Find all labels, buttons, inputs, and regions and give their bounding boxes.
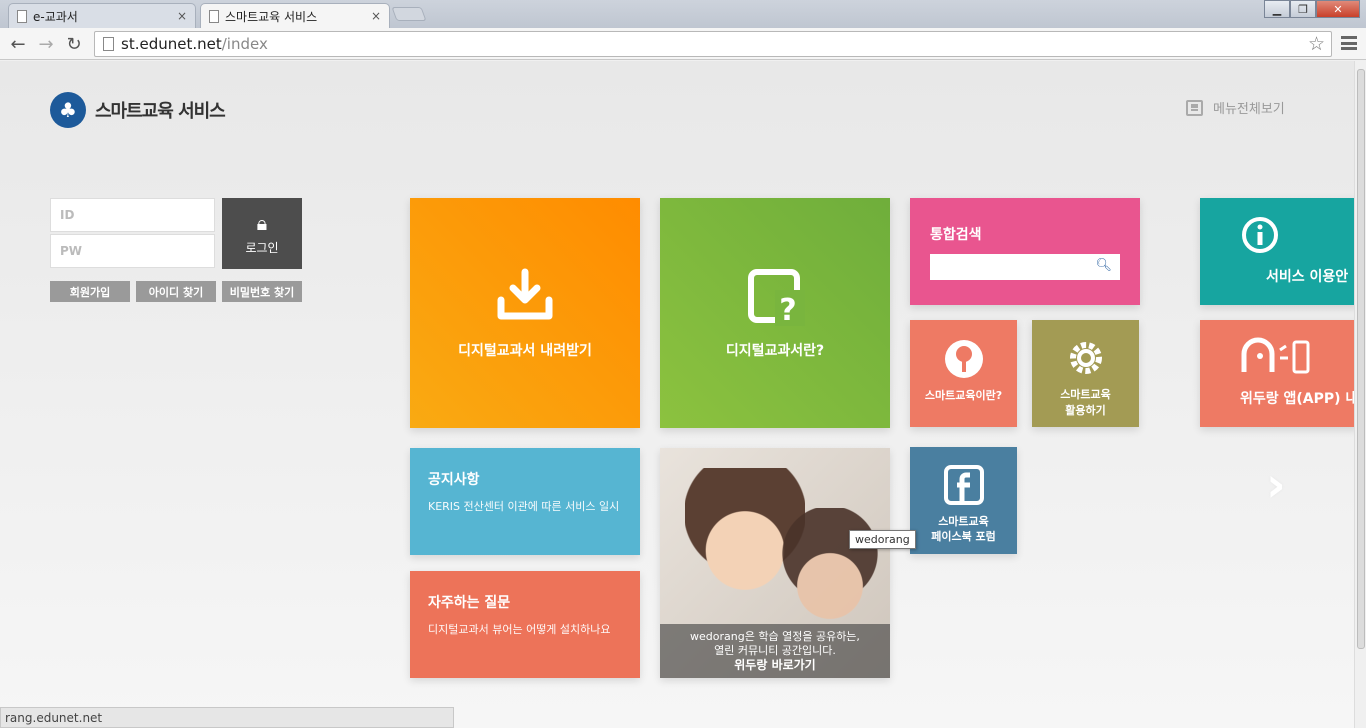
download-icon bbox=[410, 268, 640, 328]
tile-wedorang-app-label: 위두랑 앱(APP) 내 bbox=[1240, 391, 1354, 407]
menu-all-label: 메뉴전체보기 bbox=[1213, 102, 1285, 117]
tile-service-guide-label: 서비스 이용안 bbox=[1266, 269, 1349, 285]
window-controls: ▁ ❐ ✕ bbox=[1264, 0, 1360, 18]
browser-toolbar: ← → ↻ st.edunet.net/index ☆ bbox=[0, 28, 1366, 60]
photo-caption-line2: 열린 커뮤니티 공간입니다. bbox=[714, 644, 836, 657]
back-icon[interactable]: ← bbox=[6, 32, 30, 56]
login-label: 로그인 bbox=[245, 241, 279, 255]
page-icon bbox=[17, 10, 27, 23]
menu-all-button[interactable]: 메뉴전체보기 bbox=[1186, 98, 1285, 117]
gear-icon bbox=[1032, 338, 1139, 382]
tooltip: wedorang bbox=[849, 530, 916, 549]
id-field[interactable]: ID bbox=[50, 198, 215, 232]
close-icon[interactable]: × bbox=[177, 9, 187, 23]
close-window-button[interactable]: ✕ bbox=[1316, 0, 1360, 18]
tile-download-label: 디지털교과서 내려받기 bbox=[458, 343, 592, 359]
tab-label: 스마트교육 서비스 bbox=[225, 9, 318, 24]
browser-menu-icon[interactable] bbox=[1340, 34, 1358, 52]
tile-wedorang-app[interactable]: 위두랑 앱(APP) 내 bbox=[1200, 320, 1354, 427]
info-icon bbox=[1200, 216, 1340, 258]
photo-caption-line1: wedorang은 학습 열정을 공유하는, bbox=[690, 630, 860, 643]
restore-button[interactable]: ❐ bbox=[1290, 0, 1316, 18]
tile-download[interactable]: 디지털교과서 내려받기 bbox=[410, 198, 640, 428]
question-doc-icon: ? bbox=[660, 268, 890, 330]
photo-caption: wedorang은 학습 열정을 공유하는, 열린 커뮤니티 공간입니다. 위두… bbox=[660, 624, 890, 678]
scrollbar-thumb[interactable] bbox=[1357, 69, 1365, 649]
pw-placeholder: PW bbox=[60, 244, 83, 258]
bookmark-star-icon[interactable]: ☆ bbox=[1308, 33, 1325, 55]
svg-text:?: ? bbox=[779, 293, 796, 326]
pw-field[interactable]: PW bbox=[50, 234, 215, 268]
tile-what-is-label: 디지털교과서란? bbox=[725, 343, 825, 359]
close-icon[interactable]: × bbox=[371, 9, 381, 23]
join-button[interactable]: 회원가입 bbox=[50, 281, 130, 302]
notice-title: 공지사항 bbox=[428, 472, 480, 488]
tile-facebook-forum[interactable]: 스마트교육 페이스북 포럼 bbox=[910, 447, 1017, 554]
tile-smart-edu-use-label-2: 활용하기 bbox=[1065, 404, 1106, 417]
status-bar: rang.edunet.net bbox=[0, 707, 454, 728]
tile-faq[interactable]: 자주하는 질문 디지털교과서 뷰어는 어떻게 설치하나요 bbox=[410, 571, 640, 678]
tree-icon bbox=[910, 338, 1017, 384]
wedorang-link[interactable]: 위두랑 바로가기 bbox=[660, 658, 890, 672]
address-bar[interactable]: st.edunet.net/index ☆ bbox=[94, 31, 1332, 57]
tab-e-textbook[interactable]: e-교과서 × bbox=[8, 3, 196, 28]
faq-text[interactable]: 디지털교과서 뷰어는 어떻게 설치하나요 bbox=[428, 621, 611, 637]
vertical-scrollbar[interactable] bbox=[1354, 61, 1366, 728]
tile-notice[interactable]: 공지사항 KERIS 전산센터 이관에 따른 서비스 일시 bbox=[410, 448, 640, 555]
new-tab-button[interactable] bbox=[391, 7, 427, 21]
lock-icon: 🔒︎ bbox=[256, 211, 268, 235]
url-path: /index bbox=[221, 35, 268, 53]
forward-icon[interactable]: → bbox=[34, 32, 58, 56]
mascot-icon bbox=[1200, 336, 1350, 384]
tile-service-guide[interactable]: 서비스 이용안 bbox=[1200, 198, 1354, 305]
faq-title: 자주하는 질문 bbox=[428, 595, 511, 611]
find-id-button[interactable]: 아이디 찾기 bbox=[136, 281, 216, 302]
tile-search: 통합검색 🔍︎ bbox=[910, 198, 1140, 305]
chevron-right-icon[interactable]: › bbox=[1266, 457, 1286, 513]
tile-smart-edu-use-label-1: 스마트교육 bbox=[1060, 388, 1111, 401]
search-title: 통합검색 bbox=[930, 227, 982, 243]
page-icon bbox=[103, 37, 114, 51]
search-input[interactable]: 🔍︎ bbox=[930, 254, 1120, 280]
logo-text: 스마트교육 서비스 bbox=[95, 101, 226, 122]
url-host: st.edunet.net bbox=[121, 35, 222, 53]
minimize-button[interactable]: ▁ bbox=[1264, 0, 1290, 18]
tab-label: e-교과서 bbox=[33, 9, 78, 24]
tile-facebook-label-1: 스마트교육 bbox=[938, 515, 989, 528]
facebook-icon bbox=[910, 465, 1017, 509]
tree-icon: ♣ bbox=[50, 92, 86, 128]
search-icon[interactable]: 🔍︎ bbox=[1095, 258, 1112, 273]
login-button[interactable]: 🔒︎ 로그인 bbox=[222, 198, 302, 269]
find-pw-button[interactable]: 비밀번호 찾기 bbox=[222, 281, 302, 302]
notice-text[interactable]: KERIS 전산센터 이관에 따른 서비스 일시 bbox=[428, 498, 619, 514]
page-content: ♣ 스마트교육 서비스 메뉴전체보기 ID PW 🔒︎ 로그인 회원가입 아이디… bbox=[0, 61, 1354, 728]
tile-wedorang[interactable]: wedorang은 학습 열정을 공유하는, 열린 커뮤니티 공간입니다. 위두… bbox=[660, 448, 890, 678]
photo-child-girl bbox=[780, 508, 880, 638]
list-icon bbox=[1186, 99, 1203, 116]
tile-facebook-label-2: 페이스북 포럼 bbox=[931, 530, 996, 543]
tile-smart-edu-what[interactable]: 스마트교육이란? bbox=[910, 320, 1017, 427]
tile-smart-edu-use[interactable]: 스마트교육 활용하기 bbox=[1032, 320, 1139, 427]
tile-smart-edu-what-label: 스마트교육이란? bbox=[924, 389, 1003, 402]
page-icon bbox=[209, 10, 219, 23]
browser-tab-bar: e-교과서 × 스마트교육 서비스 × ▁ ❐ ✕ bbox=[0, 0, 1366, 28]
reload-icon[interactable]: ↻ bbox=[62, 32, 86, 56]
tile-what-is[interactable]: ? 디지털교과서란? bbox=[660, 198, 890, 428]
site-logo[interactable]: ♣ 스마트교육 서비스 bbox=[50, 92, 226, 128]
tab-smart-edu[interactable]: 스마트교육 서비스 × bbox=[200, 3, 390, 28]
id-placeholder: ID bbox=[60, 208, 75, 222]
